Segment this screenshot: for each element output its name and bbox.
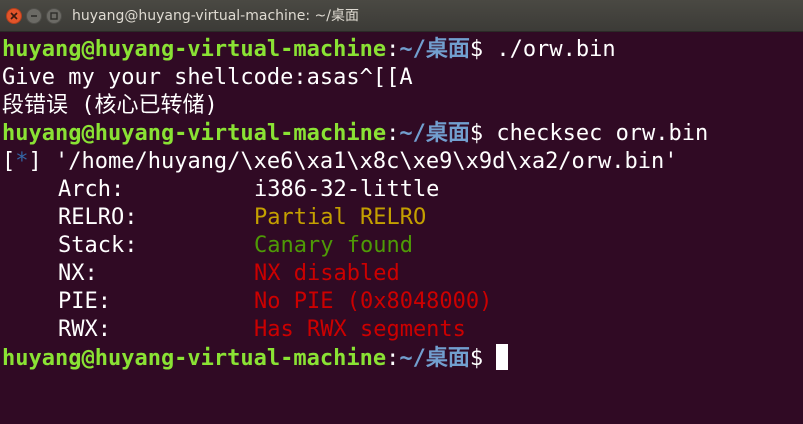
prompt-colon: : — [386, 346, 400, 371]
checksec-row: NX: NX disabled — [2, 260, 803, 288]
checksec-label: Arch: — [58, 177, 125, 202]
checksec-value: Canary found — [254, 233, 413, 258]
prompt-user-host: huyang@huyang-virtual-machine — [2, 37, 387, 62]
prompt-line: huyang@huyang-virtual-machine:~/桌面$ chec… — [2, 120, 803, 148]
checksec-value: No PIE (0x8048000) — [254, 289, 493, 314]
checksec-value: NX disabled — [254, 261, 400, 286]
checksec-label: NX: — [58, 261, 98, 286]
close-icon — [10, 12, 18, 20]
checksec-row: Stack: Canary found — [2, 232, 803, 260]
text-cursor — [496, 344, 509, 370]
prompt-colon: : — [386, 121, 400, 146]
prompt-dollar: $ — [469, 346, 497, 371]
info-star: * — [15, 149, 29, 174]
prompt-dollar: $ — [469, 37, 497, 62]
binary-path: '/home/huyang/\xe6\xa1\x8c\xe9\x9d\xa2/o… — [41, 149, 678, 174]
prompt-path: ~/桌面 — [399, 346, 470, 371]
checksec-label: Stack: — [58, 233, 138, 258]
checksec-row: PIE: No PIE (0x8048000) — [2, 288, 803, 316]
checksec-label: RWX: — [58, 317, 111, 342]
checksec-row: RELRO: Partial RELRO — [2, 204, 803, 232]
terminal-output[interactable]: huyang@huyang-virtual-machine:~/桌面$ ./or… — [0, 32, 803, 372]
command-text: ./orw.bin — [496, 37, 616, 62]
prompt-line: huyang@huyang-virtual-machine:~/桌面$ — [2, 344, 803, 372]
checksec-label: PIE: — [58, 289, 111, 314]
checksec-row: Arch: i386-32-little — [2, 176, 803, 204]
checksec-label: RELRO: — [58, 205, 138, 230]
info-bracket-close: ] — [28, 149, 42, 174]
minimize-button[interactable] — [26, 8, 42, 24]
checksec-header-line: [*] '/home/huyang/\xe6\xa1\x8c\xe9\x9d\x… — [2, 148, 803, 176]
checksec-value: Has RWX segments — [254, 317, 466, 342]
prompt-line: huyang@huyang-virtual-machine:~/桌面$ ./or… — [2, 36, 803, 64]
output-line: Give my your shellcode:asas^[[A — [2, 65, 413, 90]
close-button[interactable] — [6, 8, 22, 24]
prompt-user-host: huyang@huyang-virtual-machine — [2, 121, 387, 146]
checksec-row: RWX: Has RWX segments — [2, 316, 803, 344]
checksec-value: i386-32-little — [254, 177, 440, 202]
window-title: huyang@huyang-virtual-machine: ~/桌面 — [72, 8, 360, 24]
info-bracket-open: [ — [2, 149, 16, 174]
maximize-button[interactable] — [46, 8, 62, 24]
title-bar: huyang@huyang-virtual-machine: ~/桌面 — [0, 0, 803, 32]
checksec-value: Partial RELRO — [254, 205, 427, 230]
output-line: 段错误 (核心已转储) — [2, 93, 218, 118]
prompt-user-host: huyang@huyang-virtual-machine — [2, 346, 387, 371]
command-text: checksec orw.bin — [496, 121, 709, 146]
minimize-icon — [31, 15, 37, 17]
prompt-dollar: $ — [469, 121, 497, 146]
maximize-icon — [50, 12, 58, 20]
prompt-path: ~/桌面 — [399, 37, 470, 62]
prompt-path: ~/桌面 — [399, 121, 470, 146]
prompt-colon: : — [386, 37, 400, 62]
